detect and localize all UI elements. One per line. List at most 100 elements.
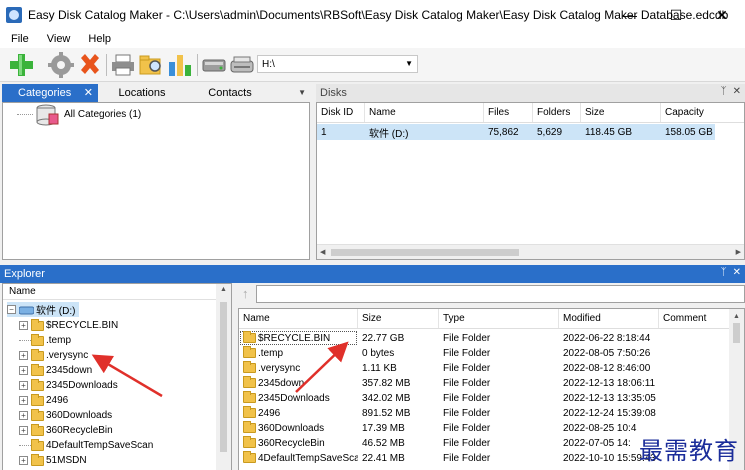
table-row[interactable]: 2345Downloads 342.02 MB File Folder 2022-12… (239, 390, 729, 406)
tab-dropdown-icon[interactable]: ▼ (298, 88, 306, 97)
table-row[interactable]: .temp 0 bytes File Folder 2022-08-05 7:50:2… (239, 345, 729, 361)
scroll-thumb[interactable] (331, 249, 519, 256)
pin-icon[interactable]: ᛉ (721, 267, 727, 278)
col-size[interactable]: Size (358, 309, 439, 328)
folder-icon (31, 438, 44, 451)
col-capacity[interactable]: Capacity (661, 103, 744, 122)
tree-folder-label: .temp (46, 335, 72, 346)
col-type[interactable]: Type (439, 309, 559, 328)
expand-icon[interactable]: + (19, 366, 28, 375)
menu-help[interactable]: Help (77, 33, 118, 45)
scroll-up-icon[interactable]: ▲ (220, 286, 227, 293)
folder-icon (243, 346, 256, 358)
drive-icon[interactable] (201, 52, 227, 78)
menu-bar: File View Help (0, 30, 745, 48)
col-name[interactable]: Name (239, 309, 358, 328)
print-icon[interactable] (110, 52, 136, 78)
path-input[interactable] (256, 285, 745, 303)
watermark: 最需教育 (639, 437, 739, 465)
disks-horizontal-scrollbar[interactable]: ◀ ▶ (317, 244, 744, 259)
tree-root[interactable]: − 软件 (D:) (7, 302, 80, 317)
cell-name: 2345Downloads (258, 392, 330, 404)
settings-icon[interactable] (48, 52, 74, 78)
cell-type: File Folder (443, 407, 491, 419)
table-row[interactable]: 2345down 357.82 MB File Folder 2022-12-13 1… (239, 375, 729, 391)
tab-categories[interactable]: Categories ✕ (2, 84, 98, 102)
cell-name: $RECYCLE.BIN (258, 332, 331, 344)
tree-folder-item[interactable]: +360RecycleBin (19, 423, 113, 438)
tree-folder-item[interactable]: .temp (19, 333, 71, 348)
left-tab-strip: Categories ✕ Locations Contacts ▼ (2, 84, 312, 102)
expand-icon[interactable]: + (19, 396, 28, 405)
cell-modified: 2022-08-05 7:50:26 (563, 347, 651, 359)
tree-folder-item[interactable]: +2345down (19, 363, 92, 378)
up-folder-icon[interactable]: ↑ (242, 286, 249, 301)
tab-locations[interactable]: Locations (98, 84, 186, 102)
tree-folder-item[interactable]: + $RECYCLE.BIN (19, 318, 118, 333)
table-row[interactable]: 1 软件 (D:) 75,862 5,629 118.45 GB 158.05 … (317, 124, 715, 140)
col-comment[interactable]: Comment (659, 309, 729, 328)
scroll-thumb[interactable] (220, 302, 227, 452)
collapse-icon[interactable]: − (7, 305, 16, 314)
col-name[interactable]: Name (365, 103, 484, 122)
close-icon[interactable]: ✕ (733, 267, 741, 278)
folder-search-icon[interactable] (138, 52, 164, 78)
expand-icon[interactable]: + (19, 411, 28, 420)
category-root[interactable]: All Categories (1) (17, 104, 141, 125)
expand-icon[interactable]: + (19, 426, 28, 435)
path-bar: ↑ (236, 283, 745, 305)
table-row[interactable]: 2496 891.52 MB File Folder 2022-12-24 15:39… (239, 405, 729, 421)
disks-pane: Disk ID Name Files Folders Size Capacity… (316, 102, 745, 260)
col-files[interactable]: Files (484, 103, 533, 122)
cell-modified: 2022-08-25 10:4 (563, 422, 637, 434)
cell-size: 17.39 MB (362, 422, 405, 434)
scroll-up-icon[interactable]: ▲ (733, 313, 740, 320)
menu-file[interactable]: File (0, 33, 36, 45)
tree-folder-label: $RECYCLE.BIN (46, 320, 119, 331)
database-icon (36, 104, 59, 125)
tab-contacts[interactable]: Contacts (186, 84, 274, 102)
expand-icon[interactable]: + (19, 351, 28, 360)
cell-modified: 2022-06-22 8:18:44 (563, 332, 651, 344)
delete-icon[interactable] (77, 52, 103, 78)
scanner-icon[interactable] (229, 52, 255, 78)
col-disk-id[interactable]: Disk ID (317, 103, 365, 122)
expand-icon[interactable]: + (19, 456, 28, 465)
scroll-left-icon[interactable]: ◀ (320, 248, 325, 256)
expand-icon[interactable]: + (19, 381, 28, 390)
close-window-button[interactable]: ✕ (699, 0, 745, 30)
tree-folder-item[interactable]: +360Downloads (19, 408, 112, 423)
expand-icon[interactable]: + (19, 321, 28, 330)
col-folders[interactable]: Folders (533, 103, 581, 122)
tree-header[interactable]: Name (3, 284, 217, 300)
close-icon[interactable]: ✕ (84, 86, 93, 99)
tree-folder-item[interactable]: +2345Downloads (19, 378, 118, 393)
scroll-right-icon[interactable]: ▶ (736, 248, 741, 256)
table-row[interactable]: .verysync 1.11 KB File Folder 2022-08-12 8:… (239, 360, 729, 376)
maximize-button[interactable]: ☐ (653, 0, 699, 30)
stats-icon[interactable] (167, 52, 193, 78)
tree-folder-label: 2345down (46, 365, 93, 376)
col-modified[interactable]: Modified (559, 309, 659, 328)
pin-icon[interactable]: ᛉ (721, 86, 727, 97)
app-icon (6, 7, 22, 23)
close-icon[interactable]: ✕ (733, 86, 741, 97)
table-row[interactable]: $RECYCLE.BIN 22.77 GB File Folder 2022-06-2… (239, 330, 729, 346)
tree-vertical-scrollbar[interactable]: ▲ (216, 284, 231, 470)
tree-folder-item[interactable]: 4DefaultTempSaveScan (19, 438, 153, 453)
cell-name: .verysync (258, 362, 301, 374)
col-size[interactable]: Size (581, 103, 661, 122)
scroll-thumb[interactable] (733, 323, 740, 343)
add-icon[interactable] (8, 52, 34, 78)
menu-view[interactable]: View (36, 33, 78, 45)
minimize-button[interactable]: — (607, 0, 653, 30)
cell-name: 360RecycleBin (258, 437, 325, 449)
folder-icon (243, 376, 256, 388)
folder-icon (31, 333, 44, 346)
tree-folder-item[interactable]: + .verysync (19, 348, 88, 363)
drive-select[interactable]: H:\ ▼ (257, 55, 418, 73)
tree-folder-item[interactable]: +2496 (19, 393, 68, 408)
disks-grid-header: Disk ID Name Files Folders Size Capacity (317, 103, 744, 123)
folder-icon (243, 406, 256, 418)
tree-folder-item[interactable]: +51MSDN (19, 453, 87, 468)
